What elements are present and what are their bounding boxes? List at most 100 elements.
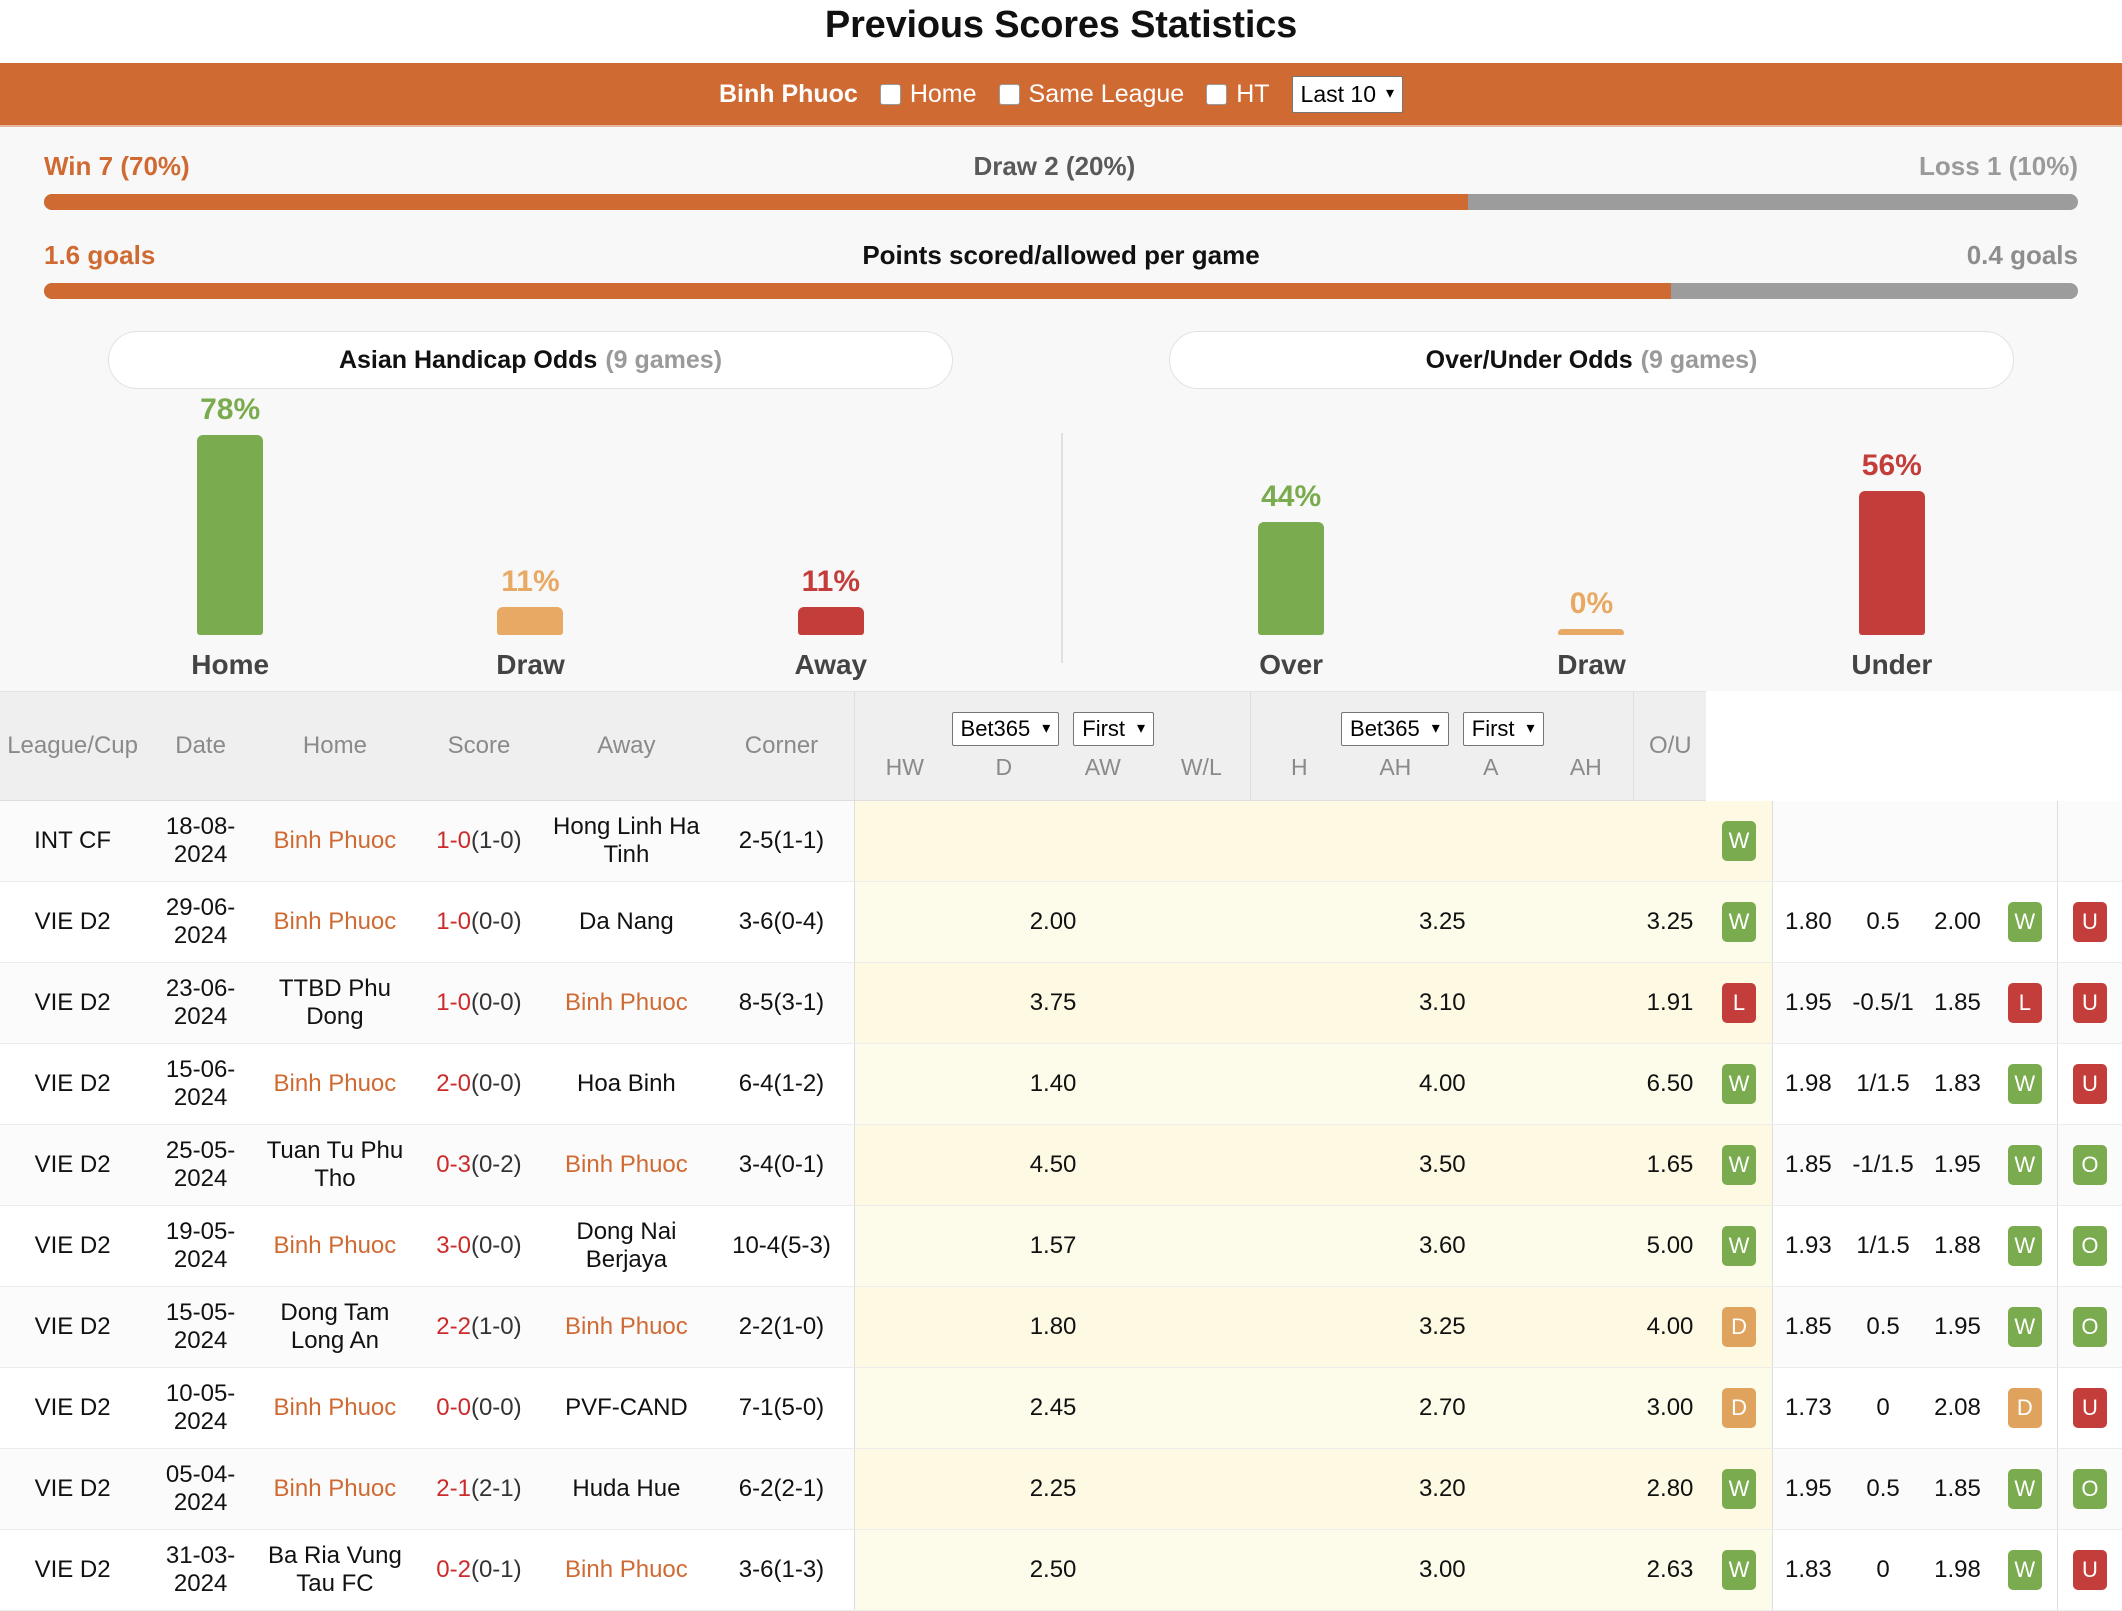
over-bar-label: Over — [1259, 649, 1324, 680]
table-row[interactable]: INT CF 18-08-2024 Binh Phuoc 1-0(1-0) Ho… — [0, 800, 2122, 882]
cell-score[interactable]: 1-0(0-0) — [413, 881, 545, 963]
cell-score[interactable]: 2-1(2-1) — [413, 1448, 545, 1530]
cell-league: VIE D2 — [0, 881, 146, 963]
cell-hw: 3.75 — [854, 962, 1251, 1044]
cell-score[interactable]: 0-2(0-1) — [413, 1529, 545, 1611]
cell-home[interactable]: Ba Ria Vung Tau FC — [256, 1529, 414, 1611]
cell-score[interactable]: 1-0(1-0) — [413, 800, 545, 882]
col-ou[interactable]: O/U — [1633, 691, 1707, 801]
sub-col-hw: HW — [885, 753, 924, 780]
cell-away[interactable]: Da Nang — [544, 881, 709, 963]
col-league[interactable]: League/Cup — [0, 691, 146, 801]
cell-away[interactable]: Huda Hue — [544, 1448, 709, 1530]
checkbox-same-league-box[interactable] — [998, 83, 1020, 105]
cell-away[interactable]: Binh Phuoc — [544, 1124, 709, 1206]
cell-ou: U — [2057, 1367, 2122, 1449]
cell-h — [1772, 800, 1844, 882]
cell-ah2: W — [1992, 1124, 2058, 1206]
cell-aw: 6.50 — [1633, 1043, 1707, 1125]
range-select[interactable]: Last 10 ▾ — [1291, 75, 1404, 113]
table-row[interactable]: VIE D2 15-05-2024 Dong Tam Long An 2-2(1… — [0, 1286, 2122, 1368]
cell-corner: 10-4(5-3) — [708, 1205, 855, 1287]
bookmaker-select-1[interactable]: Bet365 ▾ — [951, 711, 1060, 746]
cell-score[interactable]: 0-3(0-2) — [413, 1124, 545, 1206]
cell-score[interactable]: 1-0(0-0) — [413, 962, 545, 1044]
ou-badge: U — [2072, 902, 2107, 942]
ou-badge: U — [2072, 1388, 2107, 1428]
cell-away[interactable]: Binh Phuoc — [544, 1529, 709, 1611]
cell-d: 3.25 — [1250, 881, 1634, 963]
cell-away[interactable]: Hong Linh Ha Tinh — [544, 800, 709, 882]
table-row[interactable]: VIE D2 19-05-2024 Binh Phuoc 3-0(0-0) Do… — [0, 1205, 2122, 1287]
table-row[interactable]: VIE D2 25-05-2024 Tuan Tu Phu Tho 0-3(0-… — [0, 1124, 2122, 1206]
wl-badge: D — [1722, 1307, 1757, 1347]
cell-ah1: 0.5 — [1843, 1286, 1923, 1368]
sub-col-aw: AW — [1084, 753, 1121, 780]
table-row[interactable]: VIE D2 23-06-2024 TTBD Phu Dong 1-0(0-0)… — [0, 962, 2122, 1044]
table-row[interactable]: VIE D2 29-06-2024 Binh Phuoc 1-0(0-0) Da… — [0, 881, 2122, 963]
cell-score[interactable]: 3-0(0-0) — [413, 1205, 545, 1287]
table-row[interactable]: VIE D2 05-04-2024 Binh Phuoc 2-1(2-1) Hu… — [0, 1448, 2122, 1530]
cell-ah1: -0.5/1 — [1843, 962, 1923, 1044]
cell-home[interactable]: Binh Phuoc — [256, 1205, 414, 1287]
cell-hw: 1.40 — [854, 1043, 1251, 1125]
cell-home[interactable]: Tuan Tu Phu Tho — [256, 1124, 414, 1206]
bookmaker-select-2[interactable]: Bet365 ▾ — [1341, 711, 1449, 746]
ou-badge: O — [2072, 1226, 2107, 1266]
table-row[interactable]: VIE D2 10-05-2024 Binh Phuoc 0-0(0-0) PV… — [0, 1367, 2122, 1449]
wl-badge: L — [1722, 983, 1757, 1023]
cell-league: VIE D2 — [0, 1448, 146, 1530]
cell-away[interactable]: Binh Phuoc — [544, 1286, 709, 1368]
home-pct-label: 78% — [200, 393, 261, 426]
cell-home[interactable]: Binh Phuoc — [256, 881, 414, 963]
period-select-2[interactable]: First ▾ — [1462, 711, 1544, 746]
col-corner[interactable]: Corner — [708, 691, 855, 801]
col-home[interactable]: Home — [256, 691, 414, 801]
over-under-odds-title[interactable]: Over/Under Odds (9 games) — [1169, 331, 2014, 389]
cell-home[interactable]: Binh Phuoc — [256, 800, 414, 882]
cell-h: 1.73 — [1772, 1367, 1844, 1449]
checkbox-home[interactable]: Home — [879, 80, 977, 109]
checkbox-ht[interactable]: HT — [1206, 80, 1270, 109]
cell-home[interactable]: Dong Tam Long An — [256, 1286, 414, 1368]
cell-away[interactable]: Dong Nai Berjaya — [544, 1205, 709, 1287]
cell-home[interactable]: TTBD Phu Dong — [256, 962, 414, 1044]
sub-col-a: A — [1483, 753, 1499, 780]
loss-label: Loss 1 (10%) — [1919, 151, 2078, 181]
cell-score[interactable]: 2-0(0-0) — [413, 1043, 545, 1125]
cell-league: VIE D2 — [0, 1286, 146, 1368]
cell-home[interactable]: Binh Phuoc — [256, 1367, 414, 1449]
win-label: Win 7 (70%) — [44, 151, 190, 181]
period-select-1[interactable]: First ▾ — [1073, 711, 1155, 746]
checkbox-ht-box[interactable] — [1206, 83, 1228, 105]
cell-ah1 — [1843, 800, 1923, 882]
cell-home[interactable]: Binh Phuoc — [256, 1448, 414, 1530]
col-away[interactable]: Away — [544, 691, 709, 801]
chevron-down-icon: ▾ — [1431, 719, 1440, 737]
cell-hw: 1.57 — [854, 1205, 1251, 1287]
checkbox-home-box[interactable] — [879, 83, 901, 105]
cell-away[interactable]: Hoa Binh — [544, 1043, 709, 1125]
cell-score[interactable]: 2-2(1-0) — [413, 1286, 545, 1368]
cell-d: 3.60 — [1250, 1205, 1634, 1287]
col-date[interactable]: Date — [145, 691, 257, 801]
table-row[interactable]: VIE D2 31-03-2024 Ba Ria Vung Tau FC 0-2… — [0, 1529, 2122, 1611]
cell-ah1: 1/1.5 — [1843, 1043, 1923, 1125]
cell-aw: 5.00 — [1633, 1205, 1707, 1287]
bar-col-home: 78% Home — [155, 393, 305, 681]
cell-away[interactable]: Binh Phuoc — [544, 962, 709, 1044]
cell-score[interactable]: 0-0(0-0) — [413, 1367, 545, 1449]
col-score[interactable]: Score — [413, 691, 545, 801]
cell-league: VIE D2 — [0, 1205, 146, 1287]
cell-home[interactable]: Binh Phuoc — [256, 1043, 414, 1125]
asian-handicap-odds-title[interactable]: Asian Handicap Odds (9 games) — [108, 331, 953, 389]
table-row[interactable]: VIE D2 15-06-2024 Binh Phuoc 2-0(0-0) Ho… — [0, 1043, 2122, 1125]
cell-a: 1.98 — [1922, 1529, 1993, 1611]
cell-away[interactable]: PVF-CAND — [544, 1367, 709, 1449]
draw-bar — [497, 607, 564, 635]
cell-ou: O — [2057, 1286, 2122, 1368]
cell-ou: U — [2057, 1529, 2122, 1611]
cell-h: 1.95 — [1772, 1448, 1844, 1530]
draw-bar-label: Draw — [496, 649, 565, 680]
checkbox-same-league[interactable]: Same League — [998, 80, 1184, 109]
